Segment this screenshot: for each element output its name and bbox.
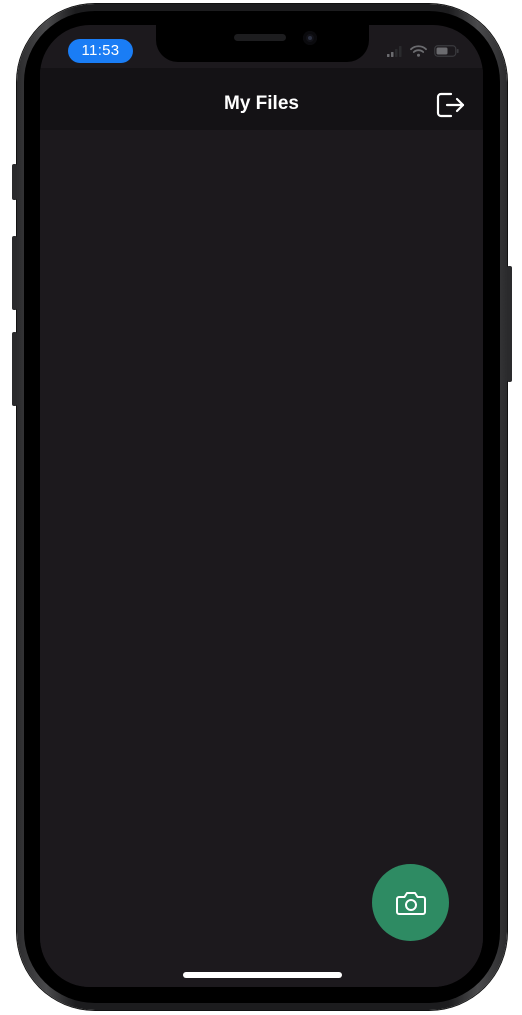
status-icons xyxy=(387,43,459,59)
battery-icon xyxy=(434,45,459,57)
volume-down-button xyxy=(12,332,17,406)
status-time: 11:53 xyxy=(68,39,133,63)
cellular-signal-icon xyxy=(387,46,402,57)
home-indicator[interactable] xyxy=(183,972,342,978)
notch xyxy=(156,25,369,62)
files-list-area xyxy=(40,130,483,987)
page-title: My Files xyxy=(224,93,299,114)
front-camera xyxy=(303,31,317,45)
app-header: My Files xyxy=(40,68,483,130)
wifi-icon xyxy=(410,45,427,57)
silent-switch xyxy=(12,164,17,200)
phone-screen: My Files 11:53 xyxy=(40,25,483,987)
logout-button[interactable] xyxy=(435,90,467,120)
camera-button[interactable] xyxy=(372,864,449,941)
earpiece-speaker xyxy=(234,34,286,41)
power-button xyxy=(507,266,512,382)
camera-icon xyxy=(395,891,426,915)
logout-icon xyxy=(436,92,465,118)
volume-up-button xyxy=(12,236,17,310)
